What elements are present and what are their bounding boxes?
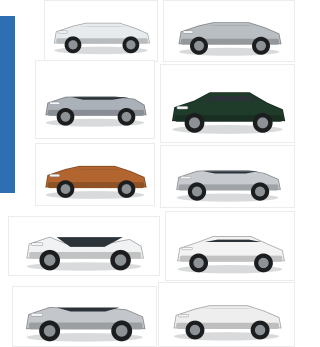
rear-rim [258,257,269,269]
car-headlight [31,242,44,246]
car-bz4x-silver [25,307,146,342]
rear-rim [254,186,266,197]
blue-accent-bar [0,16,15,193]
car-headlight [30,313,43,317]
front-rim [191,186,203,197]
front-rim [189,117,200,129]
car-tile-7 [8,216,160,276]
car-headlight [176,106,189,110]
car-ioniq5-silver [176,169,281,202]
car-tile-10 [158,282,295,347]
car-ariya-copper [45,165,147,199]
car-headlight [180,176,192,180]
front-rim [193,257,204,269]
car-blazer-ev-white [173,305,282,341]
front-rim [43,325,56,337]
car-tile-5 [35,143,155,206]
front-rim [60,184,71,194]
car-headlight [182,30,194,34]
car-ev6-silver [45,96,147,127]
car-model-y-white [26,236,144,271]
car-id4-white [177,236,285,274]
rear-rim [121,184,132,194]
car-headlight [49,101,60,105]
car-tile-9 [12,286,157,347]
rear-rim [254,324,266,336]
car-tile-1 [44,0,158,62]
front-rim [60,111,71,122]
rear-rim [257,117,269,129]
car-headlight [49,174,60,177]
car-kona-green [171,92,286,134]
car-niro-silver [178,22,282,56]
car-mach-e-white [53,22,150,55]
rear-rim [256,40,266,51]
rear-rim [115,325,128,337]
car-tile-3 [35,60,155,139]
car-tile-2 [163,0,295,62]
car-headlight [177,314,189,318]
front-rim [194,40,204,51]
car-tile-4 [160,64,295,143]
car-tile-6 [160,145,295,208]
rear-rim [126,40,136,50]
car-headlight [57,30,68,34]
car-tile-8 [165,211,295,281]
front-rim [44,254,56,266]
car-headlight [181,247,193,251]
front-rim [189,324,201,336]
rear-rim [121,111,132,122]
rear-rim [114,254,127,266]
front-rim [68,40,78,50]
